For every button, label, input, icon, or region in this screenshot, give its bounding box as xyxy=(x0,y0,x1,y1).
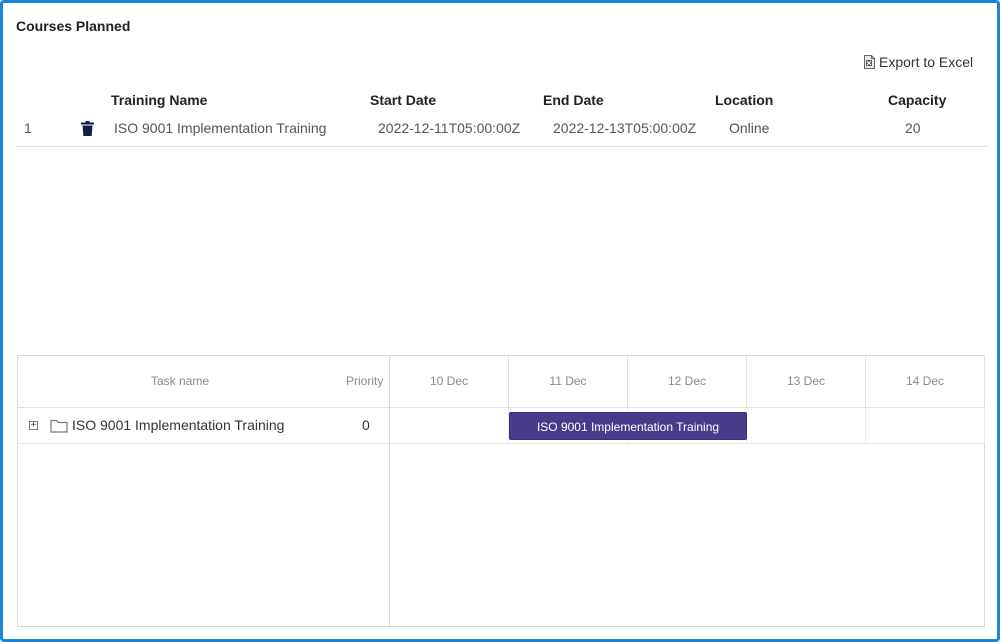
timeline-row: ISO 9001 Implementation Training xyxy=(390,408,985,444)
task-name: ISO 9001 Implementation Training xyxy=(72,417,285,433)
task-priority: 0 xyxy=(362,417,370,433)
timeline-header: 10 Dec 11 Dec 12 Dec 13 Dec 14 Dec xyxy=(390,356,985,408)
timeline-cell xyxy=(747,408,866,443)
table-row[interactable]: 1 ISO 9001 Implementation Training 2022-… xyxy=(16,115,987,147)
timeline-day: 12 Dec xyxy=(628,356,747,407)
header-training-name[interactable]: Training Name xyxy=(111,87,207,113)
gantt-grid-header: Task name Priority xyxy=(18,356,389,408)
folder-icon xyxy=(50,419,68,433)
gantt-timeline: 10 Dec 11 Dec 12 Dec 13 Dec 14 Dec ISO 9… xyxy=(390,356,985,626)
expand-icon[interactable]: + xyxy=(29,421,38,430)
export-label: Export to Excel xyxy=(879,54,974,70)
task-bar[interactable]: ISO 9001 Implementation Training xyxy=(509,412,747,440)
timeline-day: 11 Dec xyxy=(509,356,628,407)
row-end-date: 2022-12-13T05:00:00Z xyxy=(553,120,697,136)
header-priority: Priority xyxy=(346,374,384,388)
header-start-date[interactable]: Start Date xyxy=(370,87,436,113)
gantt-chart: Task name Priority + ISO 9001 Implementa… xyxy=(17,355,985,627)
timeline-day: 14 Dec xyxy=(866,356,985,407)
courses-planned-panel: Courses Planned Export to Excel Training… xyxy=(0,0,1000,642)
courses-table: Training Name Start Date End Date Locati… xyxy=(16,87,987,147)
excel-file-icon xyxy=(864,55,875,69)
row-index: 1 xyxy=(24,120,32,136)
timeline-day: 10 Dec xyxy=(390,356,509,407)
timeline-cell xyxy=(866,408,985,443)
gantt-task-row[interactable]: + ISO 9001 Implementation Training 0 xyxy=(18,408,389,444)
section-title: Courses Planned xyxy=(16,18,131,34)
row-location: Online xyxy=(729,120,770,136)
timeline-day: 13 Dec xyxy=(747,356,866,407)
gantt-task-grid: Task name Priority + ISO 9001 Implementa… xyxy=(18,356,390,626)
row-training-name: ISO 9001 Implementation Training xyxy=(114,120,327,136)
header-capacity[interactable]: Capacity xyxy=(888,87,946,113)
trash-icon[interactable] xyxy=(81,121,94,136)
timeline-cell xyxy=(390,408,509,443)
header-end-date[interactable]: End Date xyxy=(543,87,604,113)
header-location[interactable]: Location xyxy=(715,87,773,113)
row-capacity: 20 xyxy=(905,120,921,136)
export-to-excel-button[interactable]: Export to Excel xyxy=(864,54,973,70)
row-start-date: 2022-12-11T05:00:00Z xyxy=(378,120,521,136)
table-header-row: Training Name Start Date End Date Locati… xyxy=(16,87,987,115)
header-task-name: Task name xyxy=(151,374,210,388)
